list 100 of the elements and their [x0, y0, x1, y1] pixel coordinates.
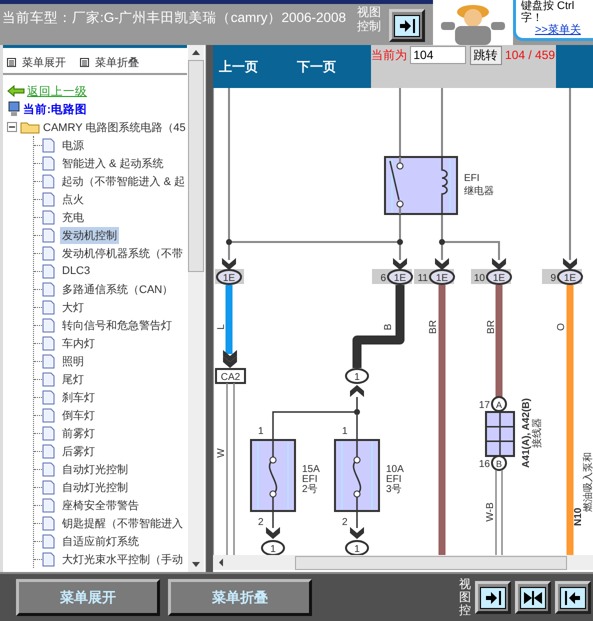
toolbar-item[interactable]: 菜单折叠 — [80, 55, 139, 69]
splitter-bar[interactable] — [205, 45, 213, 572]
wire-color-code: BR — [486, 320, 497, 334]
pin-number: 2 — [342, 517, 348, 528]
wire-line — [226, 285, 232, 354]
connector-symbol — [414, 258, 455, 285]
back-link[interactable]: 返回上一级 — [27, 84, 87, 98]
tree-item[interactable]: DLC3 — [60, 264, 92, 278]
component-code: N10 — [573, 508, 584, 526]
menu-link[interactable]: >>菜单关 — [535, 24, 593, 36]
tree-item[interactable]: 电源 — [60, 136, 86, 154]
fuse-rating: 15A — [302, 464, 320, 475]
tree-item[interactable]: 座椅安全带警告 — [60, 496, 141, 514]
tree-item[interactable]: 发动机停机器系统（不带 — [60, 244, 185, 262]
next-page-link[interactable]: 下一页 — [297, 58, 369, 76]
page-input-field[interactable]: 104 — [410, 46, 466, 64]
document-icon — [42, 138, 55, 152]
tree-item[interactable]: 钥匙提醒（不带智能进入 — [60, 514, 185, 532]
document-icon — [42, 336, 55, 350]
wire-color-code: L — [216, 324, 227, 330]
tree-item[interactable]: CAMRY 电路图系统电路（45 — [43, 120, 186, 134]
connector-code: CA2 — [220, 372, 240, 383]
connector-code: 1 — [354, 372, 360, 383]
connector-symbol — [471, 258, 512, 285]
tree-item[interactable]: 自适应前灯系统 — [60, 532, 141, 550]
document-icon — [42, 516, 55, 530]
document-icon — [42, 426, 55, 440]
connector-code: 1E — [222, 273, 236, 284]
tree-item[interactable]: 后雾灯 — [60, 442, 97, 460]
bubble-text: 键盘按 Ctrl — [521, 0, 576, 12]
tree-item[interactable]: 多路通信系统（CAN） — [60, 280, 176, 298]
fuse-label: EFI — [386, 474, 402, 485]
pin-number: 17 — [478, 400, 490, 411]
connector-code: 1 — [270, 544, 276, 555]
collapse-icon[interactable] — [7, 122, 17, 132]
pin-number: 9 — [550, 273, 556, 284]
arrows-inward-icon — [520, 586, 546, 608]
document-icon — [42, 282, 55, 296]
connector-code: 1E — [394, 273, 406, 284]
tree-item[interactable]: 智能进入 & 起动系统 — [60, 154, 166, 172]
horizontal-scrollbar[interactable] — [213, 555, 593, 570]
tree-item[interactable]: 尾灯 — [60, 370, 86, 388]
vehicle-title: 当前车型：厂家:G-广州丰田凯美瑞（camry）2006-2008 — [1, 9, 348, 27]
fuse-label: 3号 — [386, 484, 402, 495]
tree-item[interactable]: 大灯光束水平控制（手动 — [60, 550, 185, 568]
document-icon — [42, 390, 55, 404]
bubble-text: 字！ — [521, 12, 544, 24]
split-view-button[interactable] — [515, 581, 551, 614]
toolbar-label: 菜单展开 — [22, 56, 66, 70]
tree-item[interactable]: 起动（不带智能进入 & 起 — [60, 172, 187, 190]
tree-item[interactable]: 转向信号和危急警告灯 — [60, 316, 174, 334]
document-icon — [42, 552, 55, 566]
toolbar-item[interactable]: 菜单展开 — [7, 55, 66, 69]
tree-item[interactable]: 自动灯光控制 — [60, 460, 130, 478]
pin-number: 2 — [258, 517, 264, 528]
connector-code: 1E — [436, 273, 448, 284]
tree-item[interactable]: 点火 — [60, 190, 86, 208]
document-icon — [42, 408, 55, 422]
relay-label: 继电器 — [464, 186, 494, 197]
document-icon — [42, 228, 55, 242]
pin-number: 16 — [478, 459, 490, 470]
current-page-label: 当前为 — [371, 48, 407, 62]
tree-item[interactable]: 刹车灯 — [60, 388, 97, 406]
document-icon — [42, 372, 55, 386]
arrow-right-icon — [480, 586, 506, 608]
junction-dot — [226, 239, 232, 245]
junction-dot — [439, 239, 445, 245]
junction-code: A41(A), A42(B) — [521, 398, 532, 468]
document-icon — [42, 246, 55, 260]
tree-item[interactable]: 照明 — [60, 352, 86, 370]
relay-label: EFI — [464, 173, 480, 184]
tree-item[interactable]: 前雾灯 — [60, 424, 97, 442]
previous-page-link[interactable]: 上一页 — [219, 58, 291, 76]
fuse-label: EFI — [302, 474, 318, 485]
document-icon — [42, 462, 55, 476]
fuse-label: 2号 — [302, 484, 318, 495]
vertical-scrollbar[interactable] — [188, 45, 204, 572]
junction-dot — [397, 239, 403, 245]
fuse-rating: 10A — [386, 464, 404, 475]
tree-item[interactable]: 自动灯光控制 — [60, 478, 130, 496]
connector-symbol — [215, 258, 244, 285]
document-icon — [42, 156, 55, 170]
expand-view-button[interactable] — [475, 581, 511, 614]
expand-view-button[interactable] — [389, 9, 425, 42]
wire-color-code: O — [556, 323, 567, 331]
pin-number: 1 — [342, 426, 348, 437]
tree-item[interactable]: 发动机控制 — [60, 226, 119, 244]
page-count: 104 / 459 — [505, 48, 556, 62]
collapse-view-button[interactable] — [555, 581, 591, 614]
junction-dot — [354, 409, 360, 415]
document-icon — [42, 444, 55, 458]
tree-item[interactable]: 车内灯 — [60, 334, 97, 352]
jump-button[interactable]: 跳转 — [470, 46, 502, 65]
connector-symbol — [542, 258, 583, 285]
pin-number: 6 — [380, 273, 386, 284]
document-icon — [42, 318, 55, 332]
tree-item[interactable]: 充电 — [60, 208, 86, 226]
toolbar-label: 菜单折叠 — [95, 56, 139, 70]
tree-item[interactable]: 倒车灯 — [60, 406, 97, 424]
tree-item[interactable]: 大灯 — [60, 298, 86, 316]
